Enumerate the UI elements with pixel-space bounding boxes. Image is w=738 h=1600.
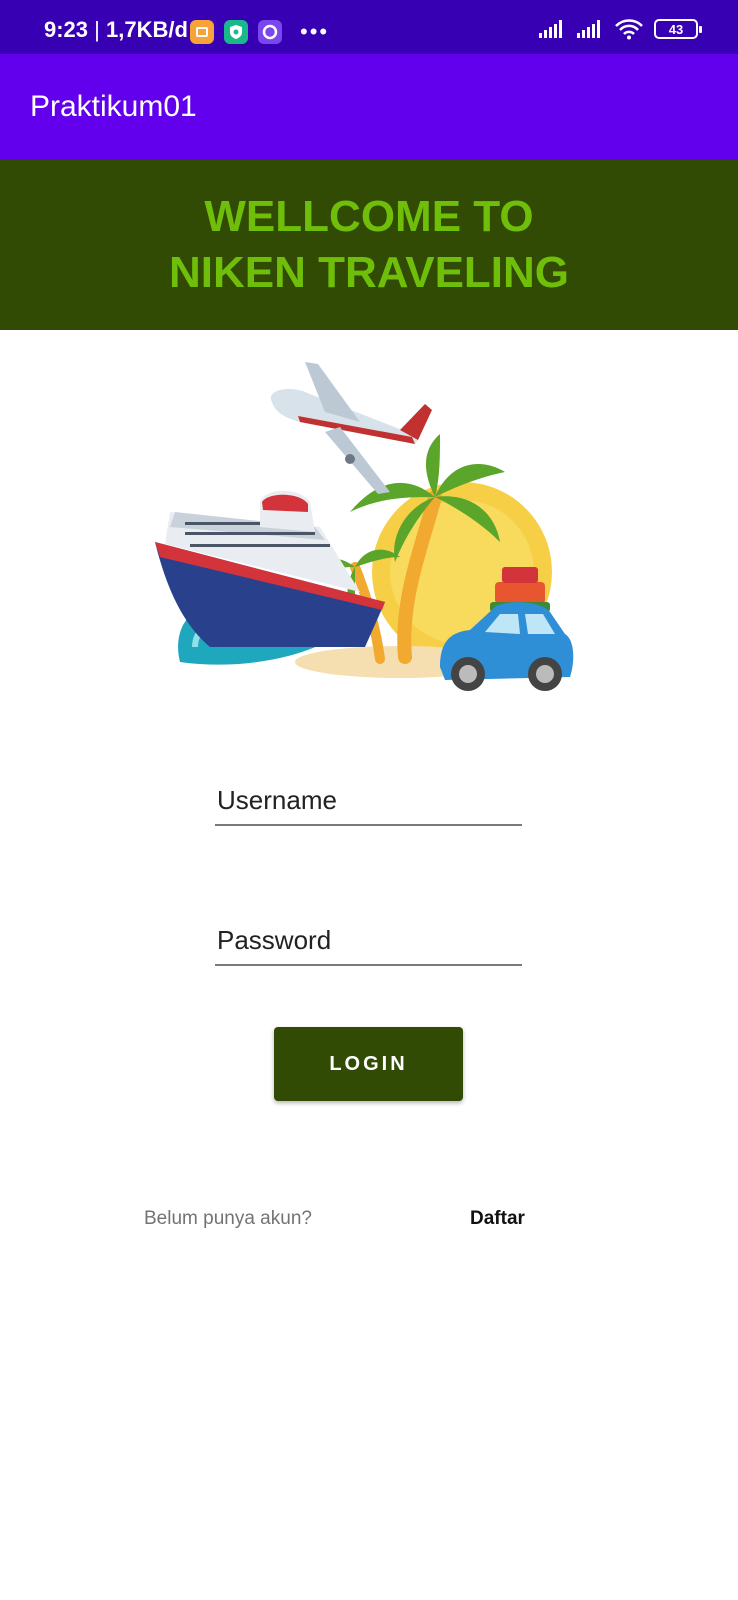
app-bar: Praktikum01 xyxy=(0,54,738,160)
shield-icon xyxy=(224,20,248,44)
welcome-line-1: WELLCOME TO xyxy=(204,192,534,241)
signup-prompt: Belum punya akun? xyxy=(144,1208,312,1229)
username-input[interactable] xyxy=(215,785,522,826)
gallery-icon xyxy=(190,20,214,44)
username-field[interactable] xyxy=(215,785,522,826)
app-title: Praktikum01 xyxy=(30,90,197,123)
circle-app-icon xyxy=(258,20,282,44)
password-input[interactable] xyxy=(215,925,522,966)
network-speed: 1,7KB/d xyxy=(106,17,188,42)
signal-icon xyxy=(539,20,562,38)
battery-icon: 43 xyxy=(654,19,702,39)
travel-illustration xyxy=(155,362,574,691)
battery-level: 43 xyxy=(668,21,684,37)
password-field[interactable] xyxy=(215,925,522,966)
system-icons: 43 xyxy=(538,18,702,40)
status-bar: 9:23 | 1,7KB/d ••• 43 xyxy=(0,0,738,54)
wifi-icon xyxy=(615,19,643,40)
status-time: 9:23 | 1,7KB/d xyxy=(44,17,188,42)
welcome-banner: WELLCOME TO NIKEN TRAVELING xyxy=(0,160,738,330)
notification-icons: ••• xyxy=(190,20,329,44)
welcome-line-2: NIKEN TRAVELING xyxy=(168,248,570,297)
more-icon: ••• xyxy=(300,19,330,44)
login-button[interactable]: LOGIN xyxy=(274,1027,463,1101)
signup-link[interactable]: Daftar xyxy=(470,1208,525,1230)
clock: 9:23 xyxy=(44,17,89,42)
signal-icon xyxy=(577,20,600,38)
